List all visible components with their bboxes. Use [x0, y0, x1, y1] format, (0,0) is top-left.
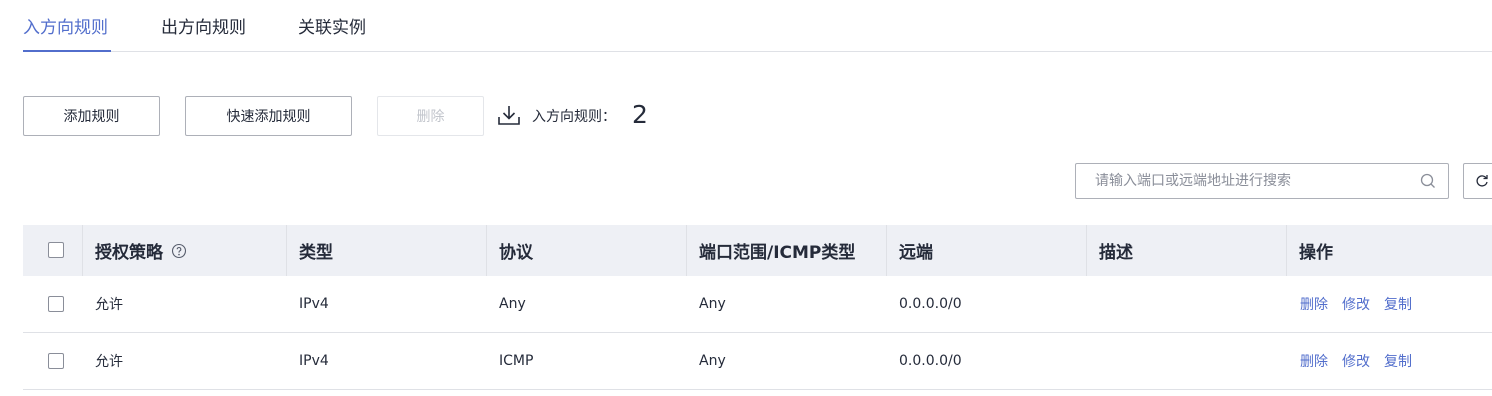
inbound-rule-count-label: 入方向规则： [532, 109, 616, 125]
row-checkbox[interactable] [48, 296, 64, 312]
cell-protocol: Any [499, 296, 526, 312]
download-icon[interactable] [497, 104, 521, 126]
cell-policy: 允许 [95, 354, 123, 370]
add-rule-button[interactable]: 添加规则 [23, 96, 160, 136]
cell-port-range: Any [699, 296, 726, 312]
cell-port-range: Any [699, 353, 726, 369]
cell-type: IPv4 [299, 353, 329, 369]
table-header: 授权策略 类型 协议 端口范围/ICMP类型 远端 描述 操作 [23, 225, 1492, 276]
column-divider [286, 225, 287, 276]
column-divider [686, 225, 687, 276]
tab-bar: 入方向规则 出方向规则 关联实例 [0, 0, 1492, 53]
modify-link[interactable]: 修改 [1342, 294, 1370, 314]
table-row: 允许 IPv4 Any Any 0.0.0.0/0 删除 修改 复制 [23, 276, 1492, 333]
cell-remote: 0.0.0.0/0 [899, 353, 962, 369]
cell-remote: 0.0.0.0/0 [899, 296, 962, 312]
copy-link[interactable]: 复制 [1384, 294, 1412, 314]
header-description: 描述 [1099, 243, 1133, 263]
tab-associated-instances[interactable]: 关联实例 [298, 16, 366, 40]
modify-link[interactable]: 修改 [1342, 351, 1370, 371]
header-protocol: 协议 [499, 243, 533, 263]
cell-operations: 删除 修改 复制 [1300, 276, 1426, 332]
search-box [1075, 163, 1449, 199]
cell-policy: 允许 [95, 297, 123, 313]
delete-link[interactable]: 删除 [1300, 351, 1328, 371]
search-input[interactable] [1076, 164, 1406, 198]
help-icon[interactable] [171, 243, 187, 259]
inbound-rule-count: 2 [632, 100, 648, 129]
column-divider [1286, 225, 1287, 276]
quick-add-rule-button[interactable]: 快速添加规则 [185, 96, 352, 136]
row-checkbox[interactable] [48, 353, 64, 369]
search-icon[interactable] [1420, 173, 1436, 189]
column-divider [486, 225, 487, 276]
column-divider [1086, 225, 1087, 276]
active-tab-indicator [23, 50, 111, 52]
tab-outbound-rules[interactable]: 出方向规则 [161, 16, 246, 40]
copy-link[interactable]: 复制 [1384, 351, 1412, 371]
header-policy-label: 授权策略 [95, 243, 163, 263]
cell-type: IPv4 [299, 296, 329, 312]
table-row: 允许 IPv4 ICMP Any 0.0.0.0/0 删除 修改 复制 [23, 333, 1492, 390]
column-divider [886, 225, 887, 276]
tab-inbound-rules[interactable]: 入方向规则 [23, 16, 108, 40]
cell-operations: 删除 修改 复制 [1300, 333, 1426, 389]
header-operations: 操作 [1299, 243, 1333, 263]
tab-bar-divider [23, 51, 1492, 52]
header-remote: 远端 [899, 243, 933, 263]
header-type: 类型 [299, 243, 333, 263]
cell-protocol: ICMP [499, 353, 534, 369]
delete-button[interactable]: 删除 [377, 96, 484, 136]
select-all-checkbox[interactable] [48, 242, 64, 258]
header-port-range: 端口范围/ICMP类型 [699, 243, 856, 263]
refresh-button[interactable] [1463, 163, 1492, 199]
header-policy: 授权策略 [95, 225, 187, 276]
column-divider [82, 225, 83, 276]
delete-link[interactable]: 删除 [1300, 294, 1328, 314]
refresh-icon [1476, 175, 1488, 187]
